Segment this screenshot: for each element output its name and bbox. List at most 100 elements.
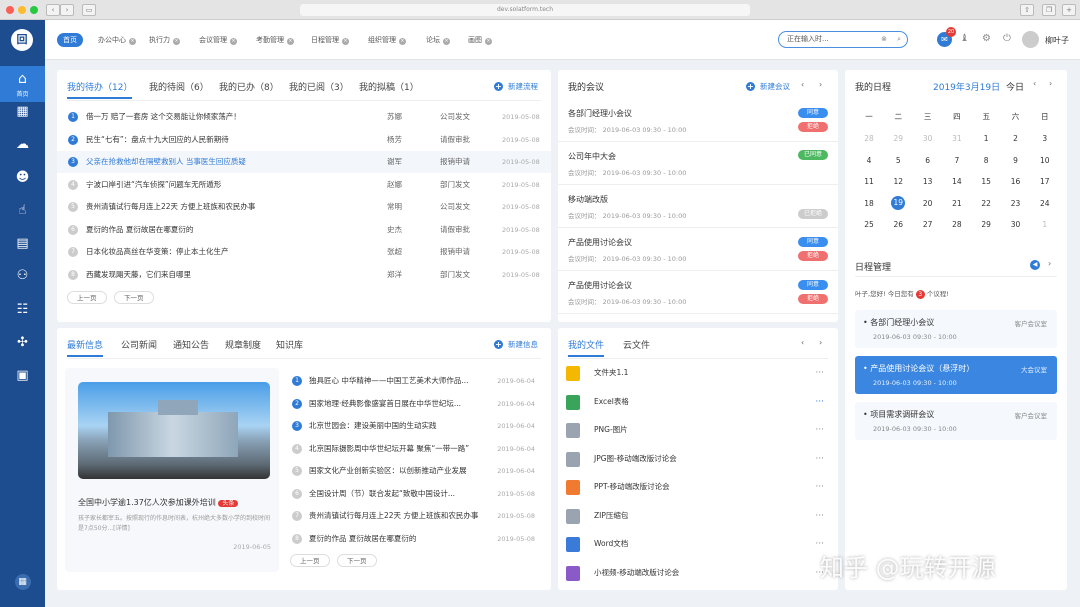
nav-tab[interactable]: 执行力 × bbox=[143, 33, 186, 47]
calendar-day[interactable]: 11 bbox=[859, 177, 879, 186]
close-icon[interactable]: × bbox=[129, 38, 136, 45]
list-item[interactable]: 产品使用讨论会议 会议时间： 2019-06-03 09:30 - 10:00 同意… bbox=[558, 271, 838, 314]
meeting-action-button[interactable]: 已同意 bbox=[798, 150, 828, 160]
calendar-day[interactable]: 14 bbox=[947, 177, 967, 186]
news-row[interactable]: 6 全国设计周（节）联合发起“致敬中国设计... 2019-05-08 bbox=[281, 483, 543, 505]
tab-todo[interactable]: 我的已办（8） bbox=[219, 80, 279, 93]
meeting-action-button[interactable]: 已拒绝 bbox=[798, 209, 828, 219]
news-row[interactable]: 3 北京世园会：建设美丽中国的生动实践 2019-06-04 bbox=[281, 415, 543, 437]
news-row[interactable]: 5 国家文化产业创新实验区：以创新推动产业发展 2019-06-04 bbox=[281, 460, 543, 482]
calendar-day[interactable]: 7 bbox=[947, 156, 967, 165]
tab-news[interactable]: 最新信息 bbox=[67, 338, 104, 357]
news-row[interactable]: 1 独具匠心 中华精神——中国工艺美术大师作品... 2019-06-04 bbox=[281, 370, 543, 392]
calendar-day[interactable]: 17 bbox=[1035, 177, 1055, 186]
nav-tab[interactable]: 日程管理 × bbox=[305, 33, 355, 47]
chevron-right-icon[interactable]: › bbox=[819, 80, 822, 89]
new-process-button[interactable]: + 新建流程 bbox=[494, 81, 538, 92]
close-window-button[interactable] bbox=[6, 6, 14, 14]
nav-tab[interactable]: 论坛 × bbox=[420, 33, 456, 47]
users-icon[interactable]: ☻ bbox=[0, 170, 45, 185]
sidebar-toggle-icon[interactable]: ▭ bbox=[82, 4, 96, 16]
close-icon[interactable]: × bbox=[443, 38, 450, 45]
news-row[interactable]: 4 北京国际摄影周中华世纪坛开幕 聚焦“一带一路” 2019-06-04 bbox=[281, 438, 543, 460]
calendar-day[interactable]: 27 bbox=[918, 220, 938, 229]
nav-tab[interactable]: 组织管理 × bbox=[362, 33, 412, 47]
chevron-right-icon[interactable]: › bbox=[819, 338, 822, 347]
calendar-day[interactable]: 23 bbox=[1006, 199, 1026, 208]
gear-icon[interactable]: ⚙ bbox=[982, 33, 991, 44]
close-icon[interactable]: × bbox=[485, 38, 492, 45]
schedule-item[interactable]: • 项目需求调研会议 2019-06-03 09:30 - 10:00 客户会议室 bbox=[855, 402, 1057, 440]
tab-todo[interactable]: 我的待阅（6） bbox=[149, 80, 209, 93]
list-item[interactable]: 各部门经理小会议 会议时间： 2019-06-03 09:30 - 10:00 同意… bbox=[558, 99, 838, 142]
chevron-left-icon[interactable]: ‹ bbox=[801, 80, 804, 89]
calendar-day[interactable]: 19 bbox=[891, 195, 906, 210]
calendar-day[interactable]: 8 bbox=[976, 156, 996, 165]
news-row[interactable]: 7 贵州清镇试行每月连上22天 方便上班族和农民办事 2019-05-08 bbox=[281, 505, 543, 527]
tab-news[interactable]: 规章制度 bbox=[225, 338, 261, 351]
user-name[interactable]: 柳叶子 bbox=[1045, 35, 1069, 46]
building-icon[interactable]: ▦ bbox=[0, 104, 45, 119]
calendar-day[interactable]: 30 bbox=[1006, 220, 1026, 229]
calendar-day[interactable]: 28 bbox=[859, 134, 879, 143]
gift-icon[interactable]: ♝ bbox=[960, 33, 969, 44]
today-button[interactable]: 今日 bbox=[1006, 80, 1024, 93]
file-item[interactable]: Word文档 ··· bbox=[566, 532, 828, 556]
calendar-day[interactable]: 15 bbox=[976, 177, 996, 186]
nav-tab[interactable]: 考勤管理 × bbox=[250, 33, 300, 47]
share-icon[interactable]: ⇧ bbox=[1020, 4, 1034, 16]
table-row[interactable]: 8 西藏发现飓天藤，它们来自哪里 郑洋 部门发文 2019-05-08 bbox=[57, 264, 551, 286]
prev-page-button[interactable]: 上一页 bbox=[290, 554, 330, 567]
schedule-item[interactable]: • 产品使用讨论会议（悬浮时） 2019-06-03 09:30 - 10:00 大… bbox=[855, 356, 1057, 394]
new-info-button[interactable]: + 新建信息 bbox=[494, 339, 538, 350]
new-tab-button[interactable]: + bbox=[1062, 4, 1076, 16]
schedule-item[interactable]: • 各部门经理小会议 2019-06-03 09:30 - 10:00 客户会议室 bbox=[855, 310, 1057, 348]
calendar-day[interactable]: 12 bbox=[888, 177, 908, 186]
more-icon[interactable]: ··· bbox=[815, 390, 824, 414]
calendar-day[interactable]: 9 bbox=[1006, 156, 1026, 165]
table-row[interactable]: 6 夏衍的作品 夏衍故居在哪夏衍的 史杰 请假审批 2019-05-08 bbox=[57, 219, 551, 241]
next-page-button[interactable]: 下一页 bbox=[337, 554, 377, 567]
calendar-day[interactable]: 25 bbox=[859, 220, 879, 229]
nav-tab[interactable]: 画图 × bbox=[462, 33, 498, 47]
calendar-day[interactable]: 13 bbox=[918, 177, 938, 186]
close-icon[interactable]: × bbox=[173, 38, 180, 45]
featured-news-title[interactable]: 全国中小学逾1.37亿人次参加课外培训 头条 bbox=[78, 497, 239, 508]
tab-news[interactable]: 通知公告 bbox=[173, 338, 209, 351]
meeting-action-button[interactable]: 同意 bbox=[798, 280, 828, 290]
calendar-day[interactable]: 5 bbox=[888, 156, 908, 165]
calendar-day[interactable]: 28 bbox=[947, 220, 967, 229]
close-icon[interactable]: × bbox=[399, 38, 406, 45]
file-item[interactable]: ZIP压缩包 ··· bbox=[566, 504, 828, 528]
close-icon[interactable]: × bbox=[342, 38, 349, 45]
table-row[interactable]: 5 贵州清镇试行每月连上22天 方便上班族和农民办事 常明 公司发文 2019-… bbox=[57, 196, 551, 218]
next-page-button[interactable]: 下一页 bbox=[114, 291, 154, 304]
table-row[interactable]: 2 民生“七有”：盘点十九大回应的人民新期待 杨芳 请假审批 2019-05-0… bbox=[57, 129, 551, 151]
more-icon[interactable]: ··· bbox=[815, 475, 824, 499]
tab-news[interactable]: 公司新闻 bbox=[121, 338, 157, 351]
tabs-icon[interactable]: ❐ bbox=[1042, 4, 1056, 16]
chevron-right-icon[interactable]: › bbox=[1049, 79, 1052, 88]
meeting-action-button[interactable]: 拒绝 bbox=[798, 122, 828, 132]
file-item[interactable]: PNG-图片 ··· bbox=[566, 418, 828, 442]
meeting-action-button[interactable]: 同意 bbox=[798, 237, 828, 247]
nav-tab[interactable]: 首页 bbox=[57, 33, 83, 47]
more-icon[interactable]: ··· bbox=[815, 418, 824, 442]
calendar-day[interactable]: 20 bbox=[918, 199, 938, 208]
more-icon[interactable]: ··· bbox=[815, 504, 824, 528]
table-row[interactable]: 3 父亲在抢救他却在隔壁救别人 当事医生回应质疑 谢军 报销申请 2019-05… bbox=[57, 151, 551, 173]
calendar-day[interactable]: 6 bbox=[918, 156, 938, 165]
calendar-day[interactable]: 18 bbox=[859, 199, 879, 208]
clear-icon[interactable]: ⊗ bbox=[881, 32, 887, 47]
new-meeting-button[interactable]: + 新建会议 bbox=[746, 81, 790, 92]
list-item[interactable]: 移动端改版 会议时间： 2019-06-03 09:30 - 10:00 已拒绝 bbox=[558, 185, 838, 228]
forward-button[interactable]: › bbox=[60, 4, 74, 16]
calendar-day[interactable]: 29 bbox=[888, 134, 908, 143]
org-icon[interactable]: ⚇ bbox=[0, 268, 45, 283]
file-item[interactable]: Excel表格 ··· bbox=[566, 390, 828, 414]
more-icon[interactable]: ··· bbox=[815, 361, 824, 385]
tab-todo[interactable]: 我的已阅（3） bbox=[289, 80, 349, 93]
featured-news-card[interactable]: 全国中小学逾1.37亿人次参加课外培训 头条 孩子家长都宰五。按照现行的作息时间… bbox=[65, 368, 279, 572]
tab-files[interactable]: 云文件 bbox=[623, 338, 650, 351]
calendar-day[interactable]: 26 bbox=[888, 220, 908, 229]
